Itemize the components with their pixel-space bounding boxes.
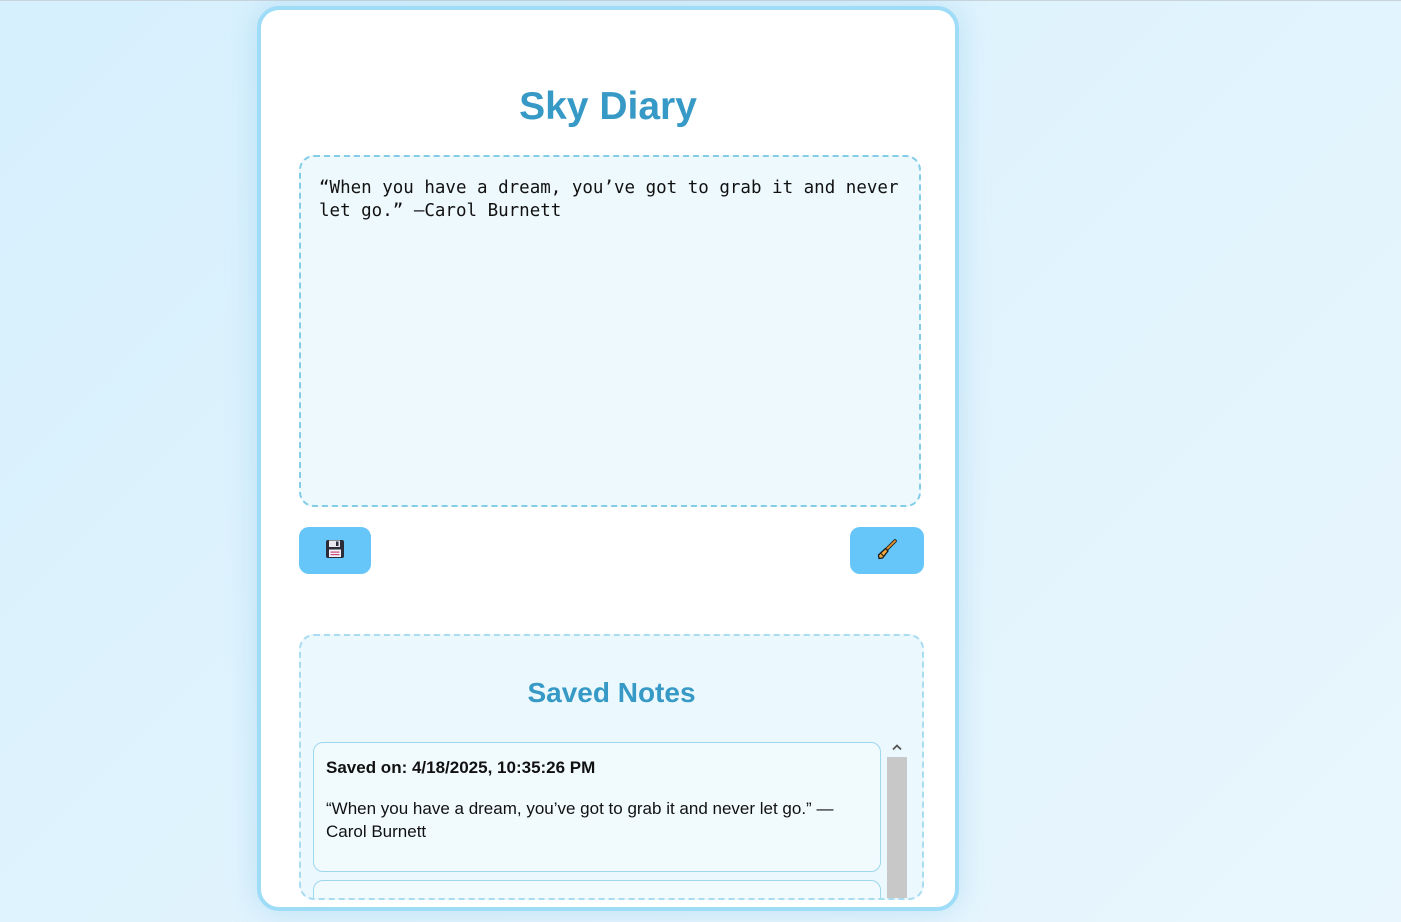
save-button[interactable] (299, 527, 371, 574)
clear-button[interactable] (850, 527, 924, 574)
saved-notes-panel: Saved Notes Saved on: 4/18/2025, 10:35:2… (299, 634, 924, 900)
scrollbar-thumb[interactable] (887, 757, 907, 898)
diary-entry-textarea[interactable]: “When you have a dream, you’ve got to gr… (299, 155, 921, 507)
saved-notes-list[interactable]: Saved on: 4/18/2025, 10:35:26 PM “When y… (313, 742, 883, 898)
floppy-disk-icon (325, 539, 345, 562)
note-text: “When you have a dream, you’ve got to gr… (326, 799, 834, 841)
diary-card: Sky Diary “When you have a dream, you’ve… (257, 6, 959, 911)
note-date: Saved on: 4/18/2025, 10:35:26 PM (326, 758, 596, 777)
saved-note-card: Saved on: 4/18/2025, 10:35:26 PM “When y… (313, 742, 881, 872)
scroll-up-button[interactable] (886, 738, 908, 756)
saved-notes-title: Saved Notes (527, 677, 696, 708)
chevron-up-icon (891, 738, 903, 756)
page-title: Sky Diary (519, 85, 697, 128)
browser-top-border (0, 0, 1401, 1)
notes-scrollbar[interactable] (886, 738, 908, 898)
broom-icon (876, 538, 898, 563)
saved-note-card (313, 880, 881, 898)
